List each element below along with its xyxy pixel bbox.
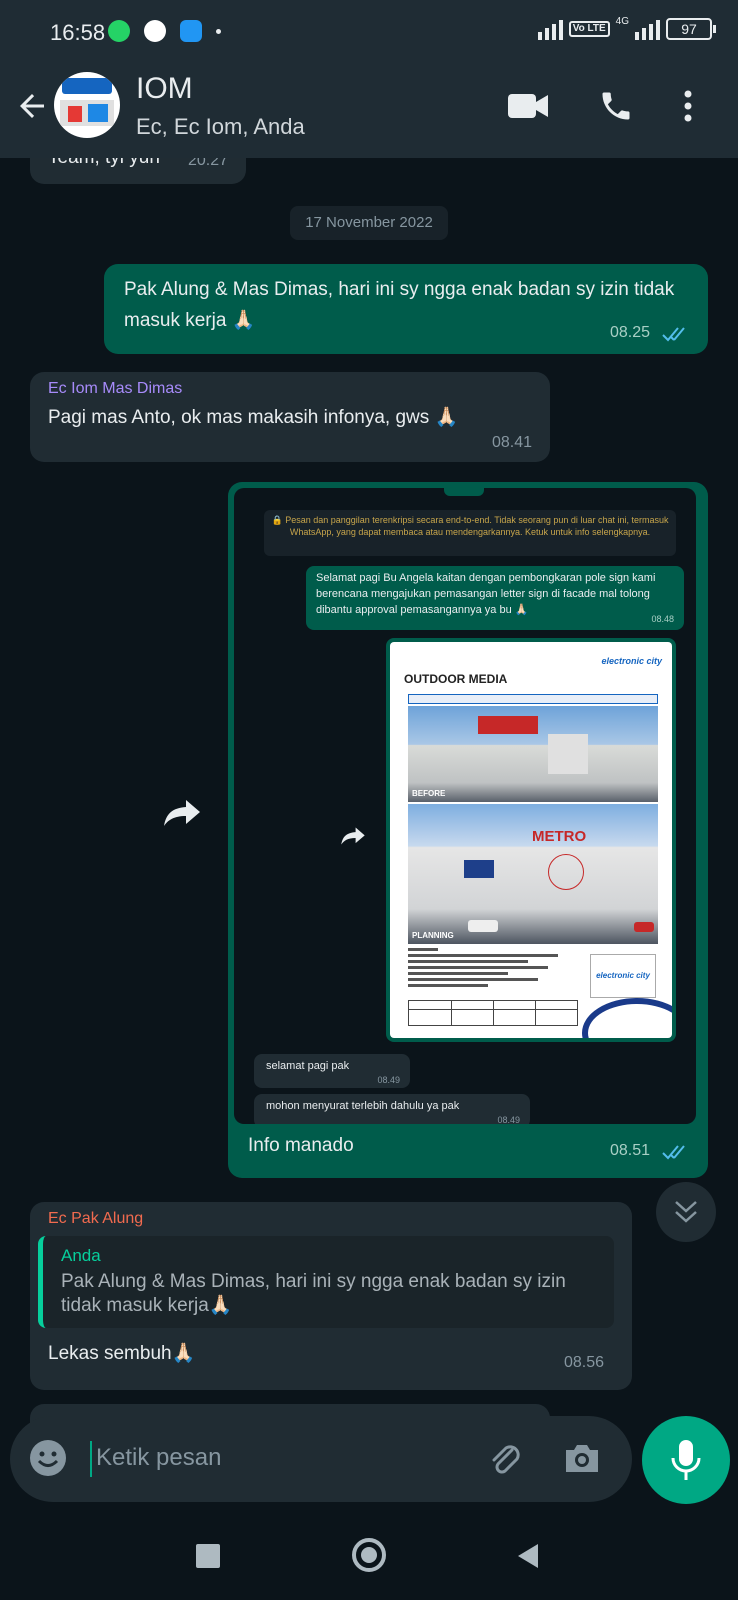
chat-messages[interactable]: Team, tyi yuh 20.27 17 November 2022 Pak…	[0, 158, 738, 1520]
message-time: 20.27	[187, 158, 228, 169]
message-text: Pak Alung & Mas Dimas, hari ini sy ngga …	[124, 279, 675, 331]
before-label: BEFORE	[412, 789, 446, 798]
video-call-icon[interactable]	[508, 92, 548, 120]
screenshot-message-time: 08.49	[497, 1115, 520, 1124]
screenshot-message-text: Selamat pagi Bu Angela kaitan dengan pem…	[316, 572, 656, 616]
status-time: 16:58	[50, 20, 106, 45]
message-bubble-outgoing-image[interactable]: 🔒 Pesan dan panggilan terenkripsi secara…	[228, 482, 708, 1178]
screenshot-outgoing-message: Selamat pagi Bu Angela kaitan dengan pem…	[306, 566, 684, 630]
notification-icons	[108, 20, 221, 42]
chat-title[interactable]: IOM	[136, 72, 193, 106]
screenshot-message-text: mohon menyurat terlebih dahulu ya pak	[266, 1100, 460, 1112]
screenshot-message-text: selamat pagi pak	[266, 1060, 350, 1072]
encryption-notice: 🔒 Pesan dan panggilan terenkripsi secara…	[264, 510, 676, 556]
electronic-city-logo-small: electronic city	[590, 954, 656, 998]
signal-strength-2-icon	[635, 18, 660, 40]
chat-participants[interactable]: Ec, Ec Iom, Anda	[136, 114, 305, 140]
voice-call-icon[interactable]	[598, 88, 634, 124]
message-bubble-outgoing[interactable]: Pak Alung & Mas Dimas, hari ini sy ngga …	[104, 264, 708, 354]
forward-icon[interactable]	[162, 798, 202, 828]
back-nav-button[interactable]	[516, 1542, 540, 1570]
messages-notification-icon	[180, 20, 202, 42]
quoted-message[interactable]: Anda Pak Alung & Mas Dimas, hari ini sy …	[38, 1236, 614, 1328]
quoted-text: Pak Alung & Mas Dimas, hari ini sy ngga …	[61, 1271, 566, 1316]
whatsapp-notification-icon	[108, 20, 130, 42]
volte-badge: Vo LTE	[568, 21, 610, 37]
attachment-icon[interactable]	[484, 1438, 524, 1478]
message-text: Lekas sembuh🙏🏻	[48, 1343, 196, 1364]
planning-label: PLANNING	[412, 931, 454, 940]
message-input[interactable]	[96, 1436, 456, 1480]
before-photo: BEFORE	[408, 706, 658, 802]
sender-name[interactable]: Ec Pak Alung	[48, 1210, 143, 1228]
battery-level: 97	[666, 18, 716, 40]
system-indicators: Vo LTE 4G 97	[537, 15, 716, 40]
screenshot-incoming-message: selamat pagi pak 08.49	[254, 1054, 410, 1088]
signal-strength-icon	[537, 18, 563, 40]
message-time: 08.51	[609, 1142, 650, 1159]
date-chip: 17 November 2022	[290, 206, 448, 240]
image-time: 08.49	[633, 1024, 656, 1034]
message-bubble-incoming-reply[interactable]: Ec Pak Alung Anda Pak Alung & Mas Dimas,…	[30, 1202, 632, 1390]
message-bubble-incoming[interactable]: Team, tyi yuh 20.27	[30, 158, 246, 184]
home-nav-button[interactable]	[352, 1538, 386, 1572]
status-bar: 16:58 Vo LTE 4G 97	[0, 0, 738, 64]
network-type: 4G	[615, 15, 629, 27]
more-notifications-dot-icon	[216, 28, 221, 34]
electronic-city-logo: electronic city	[601, 656, 662, 666]
document-notes	[408, 948, 568, 996]
quoted-sender: Anda	[61, 1246, 101, 1265]
group-avatar[interactable]	[54, 72, 120, 138]
read-receipt-icon	[662, 327, 685, 342]
forwarded-screenshot[interactable]: 🔒 Pesan dan panggilan terenkripsi secara…	[234, 488, 696, 1124]
sender-name[interactable]: Ec Iom Mas Dimas	[48, 380, 182, 398]
microphone-icon	[671, 1440, 701, 1480]
approval-table	[408, 1000, 578, 1026]
message-caption: Info manado	[248, 1135, 354, 1156]
read-receipt-icon	[662, 1145, 685, 1160]
message-time: 08.56	[563, 1354, 604, 1371]
more-options-icon[interactable]	[682, 88, 694, 124]
emoji-icon[interactable]	[28, 1438, 68, 1478]
document-title: OUTDOOR MEDIA	[404, 672, 508, 686]
back-arrow-icon[interactable]	[14, 88, 50, 124]
message-text: Pagi mas Anto, ok mas makasih infonya, g…	[48, 407, 459, 428]
grab-notification-icon	[144, 20, 166, 42]
message-time: 08.41	[491, 434, 532, 451]
scroll-to-bottom-button[interactable]	[656, 1182, 716, 1242]
camera-icon[interactable]	[562, 1438, 602, 1478]
voice-message-button[interactable]	[642, 1416, 730, 1504]
message-composer	[10, 1416, 632, 1502]
chat-header: IOM Ec, Ec Iom, Anda	[0, 64, 738, 158]
screenshot-document-image: electronic city OUTDOOR MEDIA BEFORE MET…	[386, 638, 676, 1042]
double-chevron-down-icon	[675, 1201, 697, 1223]
recents-nav-button[interactable]	[196, 1544, 220, 1568]
screenshot-message-time: 08.48	[651, 614, 674, 624]
planning-photo: METRO PLANNING	[408, 804, 658, 944]
message-time: 08.25	[609, 324, 650, 341]
screenshot-message-time: 08.49	[377, 1075, 400, 1085]
message-text: Team, tyi yuh	[48, 158, 160, 173]
outdoor-media-document: electronic city OUTDOOR MEDIA BEFORE MET…	[390, 642, 672, 1038]
screenshot-forward-icon	[341, 827, 365, 845]
screenshot-incoming-message: mohon menyurat terlebih dahulu ya pak 08…	[254, 1094, 530, 1124]
metro-sign: METRO	[532, 828, 587, 845]
message-bubble-incoming[interactable]: Ec Iom Mas Dimas Pagi mas Anto, ok mas m…	[30, 372, 550, 462]
